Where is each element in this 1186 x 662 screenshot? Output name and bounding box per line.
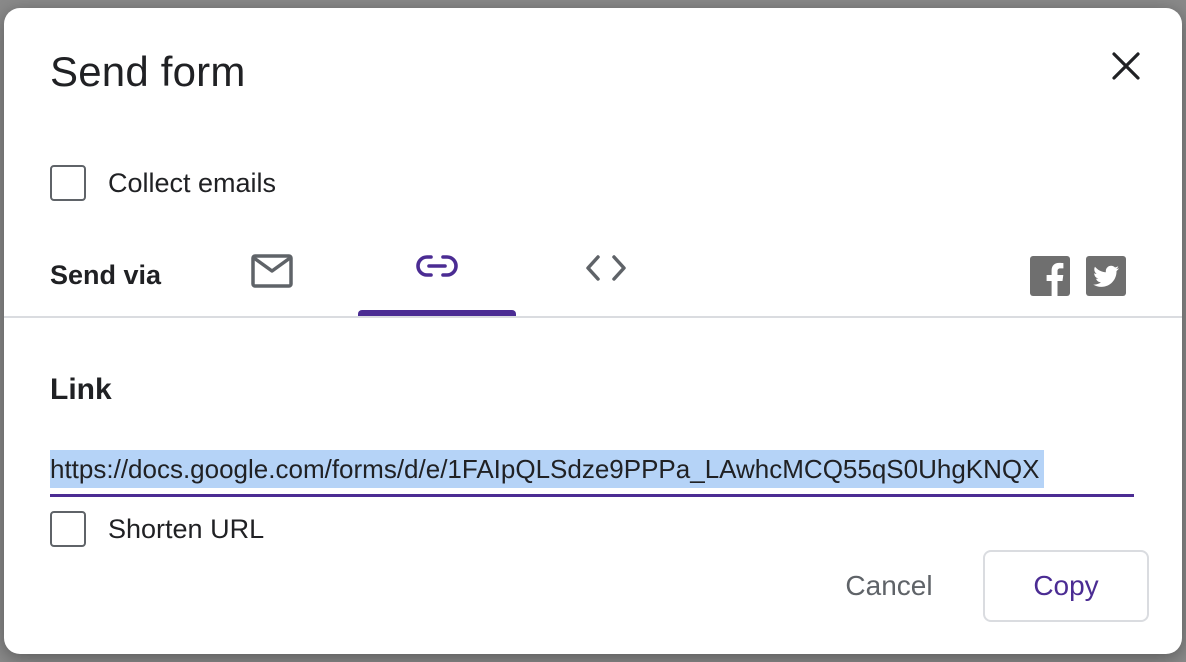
tab-link[interactable] — [358, 244, 516, 316]
collect-emails-label: Collect emails — [108, 167, 277, 198]
send-form-dialog: Send form Collect emails Send via Link h… — [4, 8, 1182, 654]
shorten-url-label: Shorten URL — [108, 513, 265, 544]
collect-emails-checkbox[interactable] — [50, 165, 86, 201]
twitter-icon[interactable] — [1086, 256, 1126, 296]
send-via-label: Send via — [50, 260, 162, 290]
shorten-url-checkbox[interactable] — [50, 511, 86, 547]
close-icon — [1112, 52, 1140, 80]
tab-email[interactable] — [230, 244, 314, 316]
close-button[interactable] — [1102, 42, 1150, 90]
tab-embed[interactable] — [564, 244, 648, 316]
link-url-text: https://docs.google.com/forms/d/e/1FAIpQ… — [50, 450, 1044, 488]
collect-emails-row[interactable]: Collect emails — [50, 165, 276, 201]
facebook-icon[interactable] — [1030, 256, 1070, 296]
shorten-url-row[interactable]: Shorten URL — [50, 511, 264, 547]
copy-button[interactable]: Copy — [983, 550, 1149, 622]
link-icon — [416, 255, 458, 277]
tabs-divider — [4, 316, 1182, 318]
dialog-title: Send form — [50, 48, 246, 95]
link-heading: Link — [50, 373, 112, 406]
embed-code-icon — [586, 255, 626, 281]
cancel-button[interactable]: Cancel — [824, 554, 954, 618]
mail-icon — [251, 254, 293, 288]
link-url-field[interactable]: https://docs.google.com/forms/d/e/1FAIpQ… — [50, 450, 1134, 497]
